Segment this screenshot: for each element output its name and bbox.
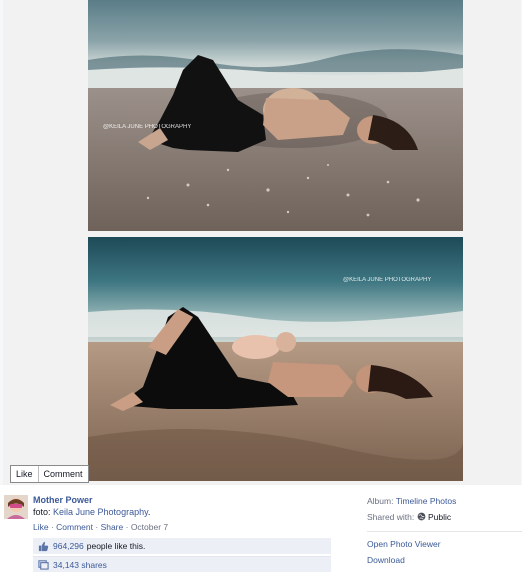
post-date[interactable]: October 7 xyxy=(131,522,168,532)
shares-summary: 34,143 shares xyxy=(33,556,331,572)
likes-count-link[interactable]: 964,296 xyxy=(53,541,84,551)
caption-prefix: foto: xyxy=(33,507,54,517)
post-author[interactable]: Mother Power xyxy=(33,495,93,505)
globe-icon xyxy=(417,512,426,524)
post-like-link[interactable]: Like xyxy=(33,522,49,532)
photo-watermark: @KEILA JUNE PHOTOGRAPHY xyxy=(103,124,191,130)
open-photo-viewer-link[interactable]: Open Photo Viewer xyxy=(367,539,441,549)
likes-summary: 964,296 people like this. xyxy=(33,538,331,554)
post-caption: foto: Keila June Photography. xyxy=(33,507,150,517)
photo-maternity-beach[interactable]: @KEILA JUNE PHOTOGRAPHY xyxy=(88,0,463,231)
shared-with-row: Shared with: Public xyxy=(367,511,522,527)
separator: · xyxy=(123,522,131,532)
avatar-image xyxy=(4,495,28,519)
album-row: Album: Timeline Photos xyxy=(367,495,522,511)
post-share-link[interactable]: Share xyxy=(101,522,124,532)
album-link[interactable]: Timeline Photos xyxy=(396,496,457,506)
photo-sidebar: Album: Timeline Photos Shared with: Publ… xyxy=(367,495,522,527)
post-info-panel: Mother Power foto: Keila June Photograph… xyxy=(0,485,522,572)
post-comment-link[interactable]: Comment xyxy=(56,522,93,532)
likes-suffix: people like this. xyxy=(86,541,146,551)
download-link[interactable]: Download xyxy=(367,555,405,565)
avatar[interactable] xyxy=(4,495,28,519)
photo-like-comment-bar: Like Comment xyxy=(10,465,89,483)
maternity-photo-image: @KEILA JUNE PHOTOGRAPHY xyxy=(88,0,463,231)
photo-comment-button[interactable]: Comment xyxy=(37,466,88,482)
post-actions: Like · Comment · Share · October 7 xyxy=(33,522,168,532)
caption-suffix: . xyxy=(147,507,151,517)
photo-stage: @KEILA JUNE PHOTOGRAPHY @KEILA JUNE PHOT… xyxy=(3,0,521,485)
separator: · xyxy=(93,522,101,532)
caption-photographer-link[interactable]: Keila June Photography xyxy=(53,507,148,517)
shared-with-label: Shared with: xyxy=(367,512,415,522)
thumbs-up-icon xyxy=(37,540,49,552)
sidebar-divider xyxy=(367,531,522,532)
album-label: Album: xyxy=(367,496,394,506)
photo-watermark: @KEILA JUNE PHOTOGRAPHY xyxy=(343,277,431,283)
photo-like-button[interactable]: Like xyxy=(11,466,38,482)
shares-count-link[interactable]: 34,143 shares xyxy=(53,560,107,570)
newborn-photo-image: @KEILA JUNE PHOTOGRAPHY xyxy=(88,237,463,481)
share-icon xyxy=(37,559,49,571)
privacy-value[interactable]: Public xyxy=(428,512,451,522)
photo-newborn-beach[interactable]: @KEILA JUNE PHOTOGRAPHY xyxy=(88,237,463,481)
